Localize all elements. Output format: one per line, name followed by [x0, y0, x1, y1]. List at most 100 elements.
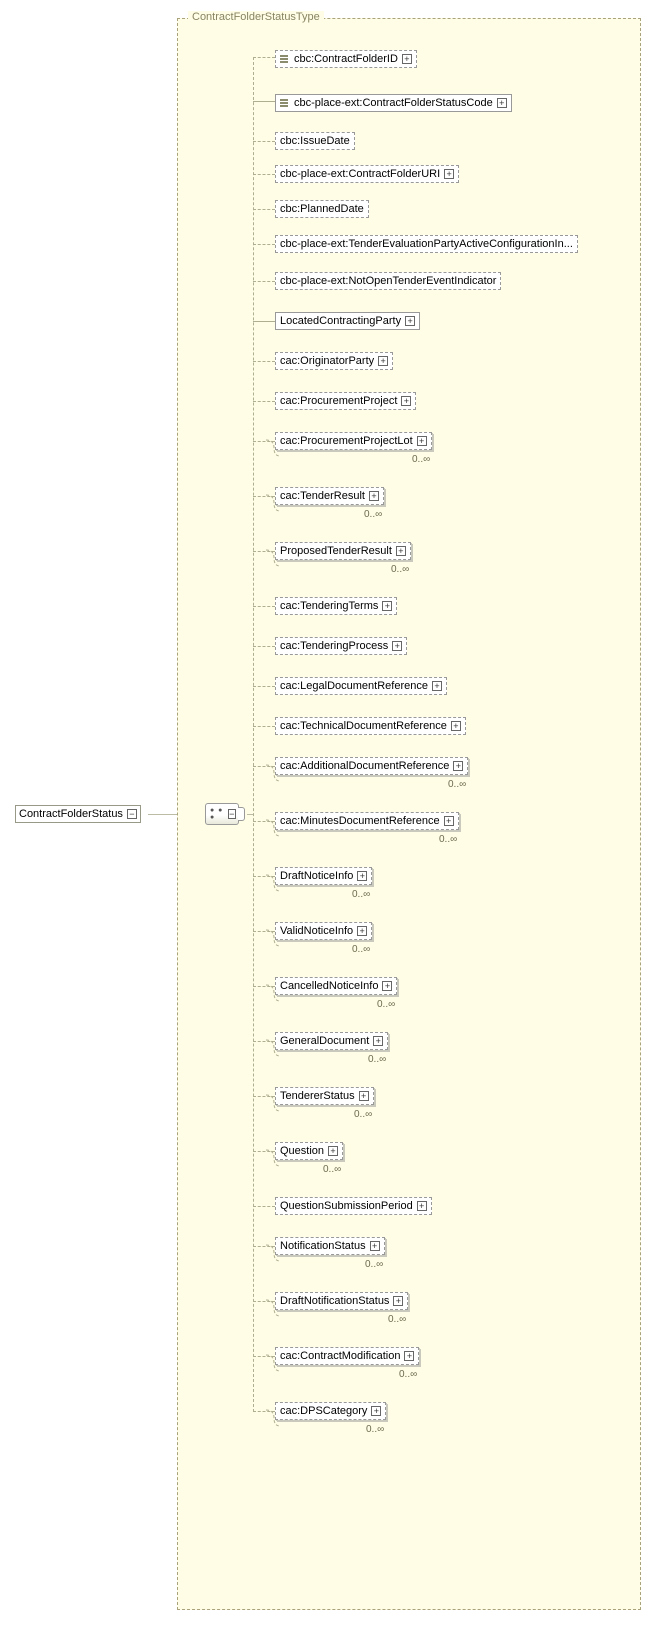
node-label: cac:ProcurementProject — [280, 395, 397, 407]
node-label: cbc:IssueDate — [280, 135, 350, 147]
multi-connector-icon — [266, 1355, 280, 1371]
schema-node-box[interactable]: NotificationStatus + — [275, 1237, 385, 1255]
schema-node-box[interactable]: cbc-place-ext:NotOpenTenderEventIndicato… — [275, 272, 501, 290]
plus-icon[interactable]: + — [359, 1091, 369, 1101]
schema-node-box[interactable]: DraftNoticeInfo+ — [275, 867, 372, 885]
plus-icon[interactable]: + — [393, 1296, 403, 1306]
schema-node: cbc:PlannedDate — [275, 200, 369, 218]
node-label: cbc-place-ext:ContractFolderURI — [280, 168, 440, 180]
multi-connector-icon — [266, 930, 280, 946]
schema-node-box[interactable]: ProposedTenderResult+ — [275, 542, 411, 560]
node-label: cbc-place-ext:TenderEvaluationPartyActiv… — [280, 238, 573, 250]
plus-icon[interactable]: + — [378, 356, 388, 366]
occurrence-label: 0..∞ — [323, 1164, 341, 1175]
schema-node-box[interactable]: cbc:IssueDate — [275, 132, 355, 150]
plus-icon[interactable]: + — [444, 169, 454, 179]
schema-node-box[interactable]: cac:TechnicalDocumentReference+ — [275, 717, 466, 735]
plus-icon[interactable]: + — [357, 871, 367, 881]
multi-connector-icon — [266, 765, 280, 781]
node-label: GeneralDocument — [280, 1035, 369, 1047]
schema-node: cac:OriginatorParty+ — [275, 352, 393, 370]
schema-node-box[interactable]: cac:OriginatorParty+ — [275, 352, 393, 370]
multi-connector-icon — [266, 1095, 280, 1111]
connector-line — [253, 361, 275, 362]
schema-node-box[interactable]: cac:MinutesDocumentReference+ — [275, 812, 459, 830]
plus-icon[interactable]: + — [405, 316, 415, 326]
schema-node-box[interactable]: cbc-place-ext:ContractFolderStatusCode+ — [275, 94, 512, 112]
schema-node: Question+ — [275, 1142, 343, 1160]
node-label: DraftNotificationStatus — [280, 1295, 389, 1307]
plus-icon[interactable]: + — [396, 546, 406, 556]
schema-node-box[interactable]: cbc-place-ext:TenderEvaluationPartyActiv… — [275, 235, 578, 253]
plus-icon[interactable]: + — [328, 1146, 338, 1156]
plus-icon[interactable]: + — [453, 761, 463, 771]
occurrence-label: 0..∞ — [399, 1369, 417, 1380]
schema-node-box[interactable]: cac:ContractModification + — [275, 1347, 419, 1365]
plus-icon[interactable]: + — [497, 98, 507, 108]
schema-node-box[interactable]: cac:ProcurementProject + — [275, 392, 416, 410]
plus-icon[interactable]: + — [417, 436, 427, 446]
plus-icon[interactable]: + — [373, 1036, 383, 1046]
schema-node: cbc-place-ext:NotOpenTenderEventIndicato… — [275, 272, 501, 290]
plus-icon[interactable]: + — [369, 491, 379, 501]
schema-node-box[interactable]: CancelledNoticeInfo+ — [275, 977, 397, 995]
schema-node-box[interactable]: QuestionSubmissionPeriod+ — [275, 1197, 432, 1215]
node-label: cbc:PlannedDate — [280, 203, 364, 215]
multi-connector-icon — [266, 985, 280, 1001]
schema-node: ValidNoticeInfo+ — [275, 922, 372, 940]
connector-line — [253, 401, 275, 402]
schema-node-box[interactable]: cac:DPSCategory+ — [275, 1402, 386, 1420]
occurrence-label: 0..∞ — [377, 999, 395, 1010]
node-label: cac:ContractModification — [280, 1350, 400, 1362]
schema-node-box[interactable]: TendererStatus+ — [275, 1087, 374, 1105]
plus-icon[interactable]: + — [444, 816, 454, 826]
root-element-label: ContractFolderStatus — [19, 808, 123, 820]
sequence-compositor: ● ● ● − — [205, 803, 239, 825]
occurrence-label: 0..∞ — [366, 1424, 384, 1435]
connector-line — [253, 726, 275, 727]
schema-node: DraftNotificationStatus + — [275, 1292, 408, 1310]
schema-node: CancelledNoticeInfo+ — [275, 977, 397, 995]
plus-icon[interactable]: + — [357, 926, 367, 936]
node-label: cac:ProcurementProjectLot — [280, 435, 413, 447]
plus-icon[interactable]: + — [401, 396, 411, 406]
schema-node-box[interactable]: cbc:PlannedDate — [275, 200, 369, 218]
multi-connector-icon — [266, 440, 280, 456]
minus-icon[interactable]: − — [228, 809, 236, 819]
minus-icon[interactable]: − — [127, 809, 137, 819]
plus-icon[interactable]: + — [382, 981, 392, 991]
schema-node-box[interactable]: cac:TenderResult + — [275, 487, 384, 505]
plus-icon[interactable]: + — [371, 1406, 381, 1416]
root-element-box: ContractFolderStatus − — [15, 805, 141, 823]
node-label: cac:TenderingTerms — [280, 600, 378, 612]
plus-icon[interactable]: + — [402, 54, 412, 64]
plus-icon[interactable]: + — [404, 1351, 414, 1361]
schema-node-box[interactable]: Question+ — [275, 1142, 343, 1160]
node-label: NotificationStatus — [280, 1240, 366, 1252]
plus-icon[interactable]: + — [432, 681, 442, 691]
schema-node-box[interactable]: cac:ProcurementProjectLot + — [275, 432, 432, 450]
plus-icon[interactable]: + — [392, 641, 402, 651]
multi-connector-icon — [266, 1040, 280, 1056]
plus-icon[interactable]: + — [382, 601, 392, 611]
schema-node: cac:TenderingProcess+ — [275, 637, 407, 655]
plus-icon[interactable]: + — [451, 721, 461, 731]
occurrence-label: 0..∞ — [439, 834, 457, 845]
schema-node-box[interactable]: GeneralDocument + — [275, 1032, 388, 1050]
plus-icon[interactable]: + — [370, 1241, 380, 1251]
schema-node-box[interactable]: cac:LegalDocumentReference+ — [275, 677, 447, 695]
connector-line — [247, 814, 253, 815]
schema-node-box[interactable]: cac:TenderingProcess+ — [275, 637, 407, 655]
schema-node-box[interactable]: DraftNotificationStatus + — [275, 1292, 408, 1310]
node-label: cac:TenderResult — [280, 490, 365, 502]
schema-node-box[interactable]: cac:TenderingTerms + — [275, 597, 397, 615]
connector-line — [253, 141, 275, 142]
schema-node-box[interactable]: cac:AdditionalDocumentReference+ — [275, 757, 468, 775]
plus-icon[interactable]: + — [417, 1201, 427, 1211]
schema-node-box[interactable]: cbc:ContractFolderID+ — [275, 50, 417, 68]
multi-connector-icon — [266, 550, 280, 566]
schema-node-box[interactable]: LocatedContractingParty+ — [275, 312, 420, 330]
occurrence-label: 0..∞ — [388, 1314, 406, 1325]
schema-node-box[interactable]: cbc-place-ext:ContractFolderURI + — [275, 165, 459, 183]
schema-node-box[interactable]: ValidNoticeInfo+ — [275, 922, 372, 940]
